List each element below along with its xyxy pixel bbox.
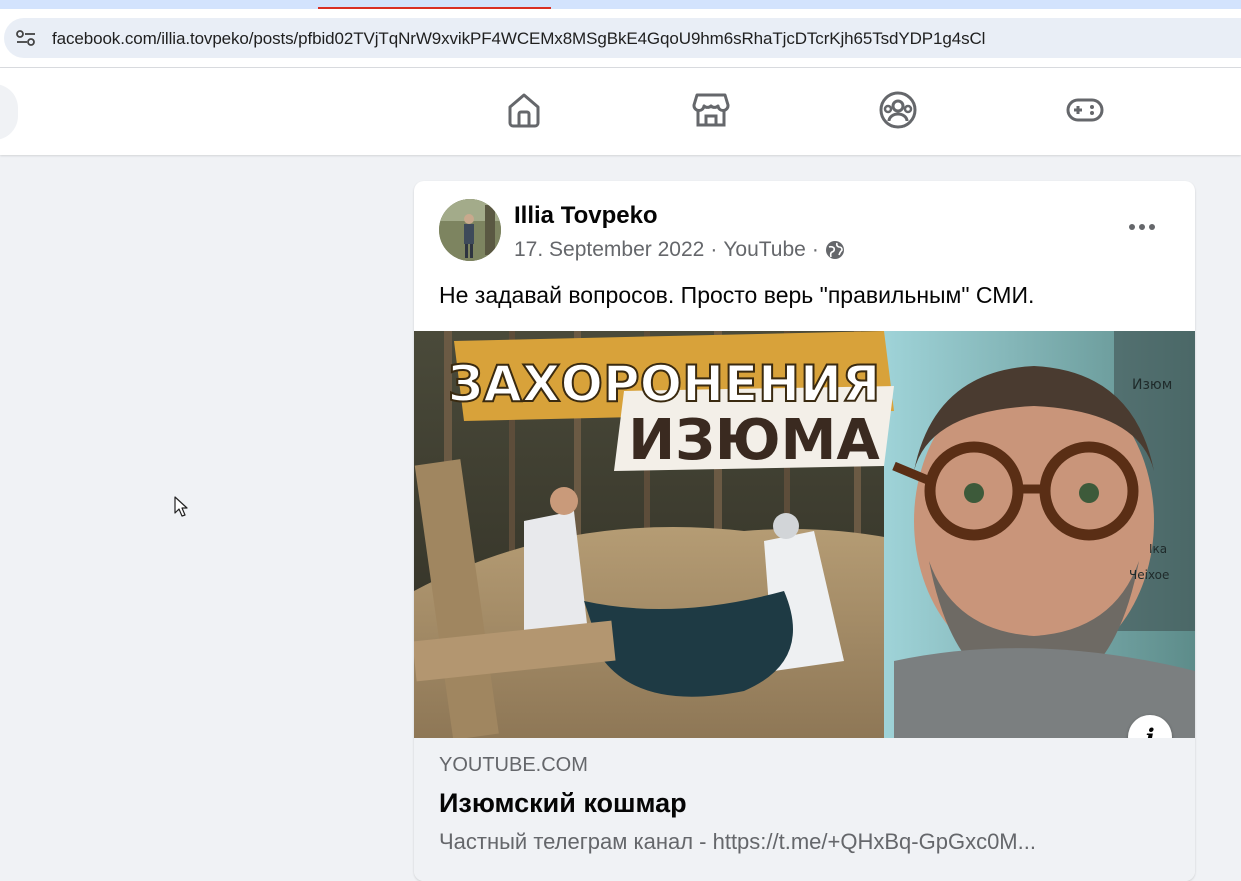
more-horizontal-icon [1129, 224, 1155, 230]
search-button[interactable] [0, 84, 18, 140]
groups-icon[interactable] [878, 90, 918, 130]
video-thumbnail[interactable]: ЗАХОРОНЕНИЯ ИЗЮМА Изюм Іка Чеixoe [414, 331, 1195, 738]
map-label-3: Чеixoe [1129, 568, 1169, 582]
thumbnail-headline-2: ИЗЮМА [628, 408, 880, 473]
facebook-top-nav [0, 68, 1241, 155]
url-text[interactable]: facebook.com/illia.tovpeko/posts/pfbid02… [52, 29, 985, 49]
link-domain: YOUTUBE.COM [439, 754, 588, 776]
link-description: Частный телеграм канал - https://t.me/+Q… [439, 829, 1036, 854]
gaming-icon[interactable] [1065, 90, 1105, 130]
link-title[interactable]: Изюмский кошмар [439, 788, 687, 819]
link-preview[interactable]: YOUTUBE.COM Изюмский кошмар Частный теле… [414, 738, 1195, 881]
home-icon[interactable] [504, 90, 544, 130]
post-text: Не задавай вопросов. Просто верь "правил… [439, 282, 1035, 308]
thumbnail-headline-1: ЗАХОРОНЕНИЯ [448, 355, 881, 413]
omnibox[interactable]: facebook.com/illia.tovpeko/posts/pfbid02… [4, 18, 1241, 58]
meta-separator-2: · [811, 238, 819, 261]
mouse-cursor-icon [174, 496, 188, 517]
post-card: Illia Tovpeko 17. September 2022 · YouTu… [414, 181, 1195, 881]
avatar-photo [439, 199, 501, 261]
post-meta: 17. September 2022 · YouTube · [514, 238, 845, 262]
globe-icon [825, 241, 844, 259]
thumbnail-illustration: ЗАХОРОНЕНИЯ ИЗЮМА Изюм Іка Чеixoe [414, 331, 1195, 738]
map-label-izum: Изюм [1132, 377, 1172, 393]
post-date[interactable]: 17. September 2022 [514, 238, 704, 262]
browser-tab-strip [0, 0, 1241, 9]
meta-separator: · [710, 238, 718, 261]
marketplace-icon[interactable] [691, 90, 731, 130]
browser-address-bar: facebook.com/illia.tovpeko/posts/pfbid02… [0, 9, 1241, 68]
more-options-button[interactable] [1122, 209, 1162, 245]
author-name[interactable]: Illia Tovpeko [514, 202, 658, 230]
tune-icon[interactable] [14, 28, 38, 48]
post-source: YouTube [723, 238, 806, 261]
map-label-2: Іка [1149, 542, 1167, 556]
avatar[interactable] [439, 199, 501, 261]
